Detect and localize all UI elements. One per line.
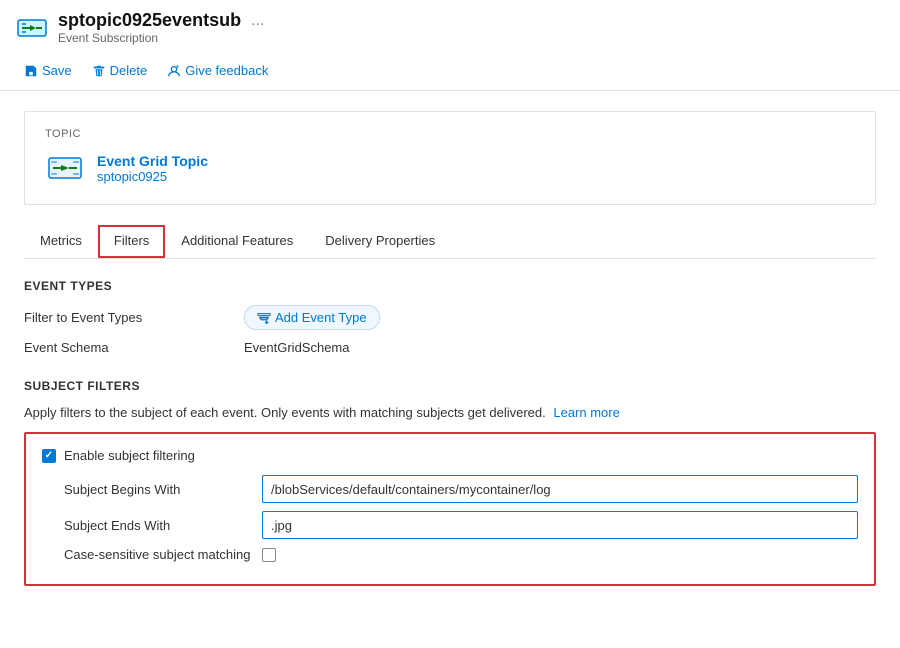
subject-ends-with-label: Subject Ends With [42, 518, 262, 533]
case-sensitive-checkbox[interactable] [262, 548, 276, 562]
resource-subtitle: Event Subscription [58, 31, 264, 45]
subject-begins-with-input[interactable] [262, 475, 858, 503]
subject-filters-section: SUBJECT FILTERS Apply filters to the sub… [24, 379, 876, 586]
feedback-button[interactable]: Give feedback [159, 59, 276, 82]
event-types-title: EVENT TYPES [24, 279, 876, 293]
topic-link[interactable]: sptopic0925 [97, 169, 167, 184]
ellipsis-menu[interactable]: ... [251, 12, 264, 30]
topic-section-label: TOPIC [45, 128, 855, 140]
resource-icon [16, 12, 48, 44]
delete-button[interactable]: Delete [84, 59, 156, 82]
feedback-icon [167, 64, 181, 78]
filter-box: Enable subject filtering Subject Begins … [24, 432, 876, 586]
event-schema-value: EventGridSchema [244, 340, 350, 355]
add-event-type-button[interactable]: Add Event Type [244, 305, 380, 330]
delete-icon [92, 64, 106, 78]
resource-name: sptopic0925eventsub [58, 10, 241, 31]
tab-bar: Metrics Filters Additional Features Deli… [24, 225, 876, 259]
topic-type-name: Event Grid Topic [97, 153, 208, 169]
tab-filters[interactable]: Filters [98, 225, 165, 258]
subject-ends-with-input[interactable] [262, 511, 858, 539]
subject-filters-desc: Apply filters to the subject of each eve… [24, 405, 876, 420]
event-types-section: EVENT TYPES Filter to Event Types Add Ev… [24, 279, 876, 355]
filter-event-types-label: Filter to Event Types [24, 310, 244, 325]
tab-delivery-properties[interactable]: Delivery Properties [309, 225, 451, 258]
topic-card: TOPIC Event Grid Topic sptopic0925 [24, 111, 876, 205]
save-button[interactable]: Save [16, 59, 80, 82]
topic-icon [45, 148, 85, 188]
subject-begins-with-label: Subject Begins With [42, 482, 262, 497]
tab-additional-features[interactable]: Additional Features [165, 225, 309, 258]
enable-filtering-label: Enable subject filtering [64, 448, 195, 463]
event-schema-label: Event Schema [24, 340, 244, 355]
enable-filtering-checkbox[interactable] [42, 449, 56, 463]
case-sensitive-label: Case-sensitive subject matching [42, 547, 262, 562]
save-icon [24, 64, 38, 78]
learn-more-link[interactable]: Learn more [553, 405, 619, 420]
add-filter-icon [257, 311, 271, 325]
tab-metrics[interactable]: Metrics [24, 225, 98, 258]
subject-filters-title: SUBJECT FILTERS [24, 379, 876, 393]
